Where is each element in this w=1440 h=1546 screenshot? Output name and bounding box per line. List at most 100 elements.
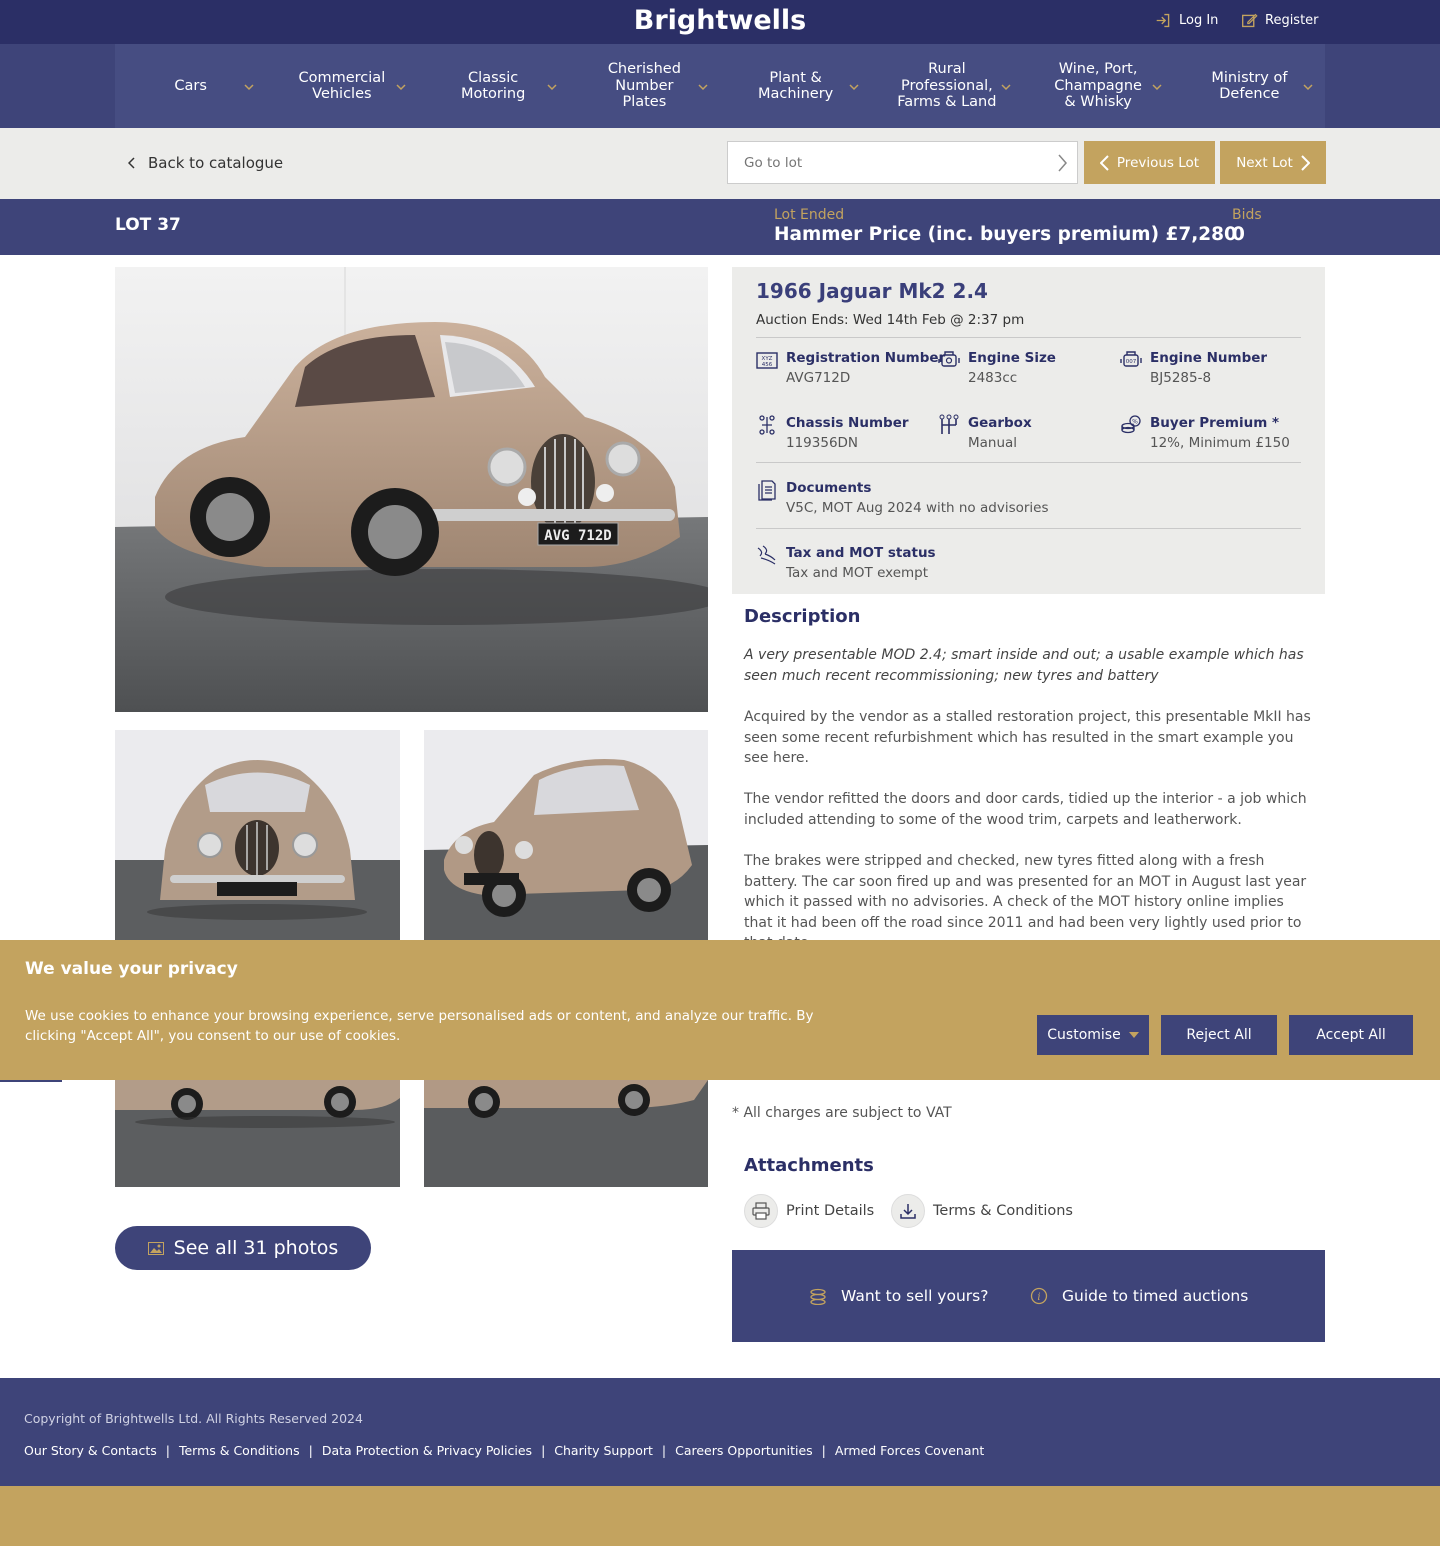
vehicle-title: 1966 Jaguar Mk2 2.4 — [756, 279, 988, 303]
customise-button[interactable]: Customise — [1037, 1015, 1149, 1055]
coins-icon — [810, 1288, 826, 1305]
nav-label: Plant & Machinery — [758, 69, 834, 103]
description-paragraph: The brakes were stripped and checked, ne… — [744, 853, 1307, 951]
nav-label: Commercial Vehicles — [298, 69, 386, 103]
terms-conditions-download[interactable]: Terms & Conditions — [891, 1194, 1073, 1228]
separator: | — [821, 1443, 826, 1458]
spec-key: Documents — [786, 480, 872, 496]
car-photo-illustration — [424, 730, 708, 942]
spec-value: 119356DN — [786, 435, 859, 451]
chevron-right-icon[interactable] — [1057, 154, 1067, 172]
chevron-down-icon — [244, 84, 254, 91]
customise-label: Customise — [1047, 1027, 1121, 1043]
chevron-down-icon — [547, 84, 557, 91]
nav-label: Rural Professional, Farms & Land — [897, 61, 997, 111]
description-paragraph: The vendor refitted the doors and door c… — [744, 791, 1307, 828]
terms-label: Terms & Conditions — [933, 1203, 1073, 1219]
nav-label: Cherished Number Plates — [607, 61, 681, 111]
footer-link[interactable]: Our Story & Contacts — [24, 1443, 157, 1458]
back-to-catalogue-link[interactable]: Back to catalogue — [128, 154, 283, 172]
chevron-down-icon — [849, 84, 859, 91]
bottom-strip — [0, 1486, 1440, 1546]
attachments-heading: Attachments — [744, 1155, 874, 1176]
print-details-link[interactable]: Print Details — [744, 1194, 874, 1228]
nav-label: Classic Motoring — [460, 69, 526, 103]
vat-note: * All charges are subject to VAT — [732, 1105, 952, 1121]
spec-registration: XYZ 456 Registration Number AVG712D — [756, 349, 945, 389]
accept-all-label: Accept All — [1316, 1027, 1386, 1043]
see-all-photos-button[interactable]: See all 31 photos — [115, 1226, 371, 1270]
registration-icon: XYZ456 — [756, 352, 778, 369]
nav-item-wine[interactable]: Wine, Port, Champagne & Whisky — [1023, 44, 1174, 128]
cookie-heading: We value your privacy — [25, 959, 238, 979]
main-car-photo[interactable]: AVG 712D — [115, 267, 708, 712]
auction-end-time: Auction Ends: Wed 14th Feb @ 2:37 pm — [756, 312, 1025, 328]
nav-item-rural[interactable]: Rural Professional, Farms & Land — [871, 44, 1022, 128]
footer-links: Our Story & Contacts | Terms & Conditions… — [24, 1443, 984, 1458]
engine-icon — [938, 351, 960, 367]
footer-link[interactable]: Data Protection & Privacy Policies — [322, 1443, 532, 1458]
documents-icon — [758, 480, 776, 501]
next-lot-button[interactable]: Next Lot — [1220, 141, 1326, 184]
nav-item-cherished-number-plates[interactable]: Cherished Number Plates — [569, 44, 720, 128]
footer-link[interactable]: Careers Opportunities — [675, 1443, 813, 1458]
car-thumbnail-front[interactable] — [115, 730, 400, 942]
spec-chassis-number: Chassis Number 119356DN — [756, 414, 909, 454]
bids-count: 0 — [1232, 224, 1245, 245]
description-summary: A very presentable MOD 2.4; smart inside… — [744, 647, 1304, 684]
chassis-icon — [759, 415, 775, 435]
number-plate-text: AVG 712D — [544, 528, 611, 544]
reject-all-button[interactable]: Reject All — [1161, 1015, 1277, 1055]
want-to-sell-link[interactable]: Want to sell yours? — [809, 1287, 988, 1305]
nav-item-cars[interactable]: Cars — [115, 44, 266, 128]
register-link[interactable]: Register — [1241, 12, 1319, 29]
spec-value: BJ5285-8 — [1150, 370, 1212, 386]
lot-status-bar: LOT 37 Lot Ended Hammer Price (inc. buye… — [0, 199, 1440, 255]
nav-item-plant-machinery[interactable]: Plant & Machinery — [720, 44, 871, 128]
spec-key: Engine Number — [1150, 350, 1268, 366]
cookie-text: We use cookies to enhance your browsing … — [25, 1008, 814, 1044]
footer-link[interactable]: Charity Support — [554, 1443, 653, 1458]
separator: | — [165, 1443, 170, 1458]
cookie-banner: We value your privacy We use cookies to … — [0, 940, 1440, 1080]
spec-value: Tax and MOT exempt — [786, 565, 929, 581]
printer-icon-wrap — [744, 1194, 778, 1228]
description-paragraph: Acquired by the vendor as a stalled rest… — [744, 709, 1311, 766]
image-icon — [147, 1241, 164, 1255]
chevron-down-icon — [698, 84, 708, 91]
divider — [756, 337, 1301, 338]
brightwells-logo[interactable]: Brightwells — [0, 5, 1440, 36]
nav-item-commercial-vehicles[interactable]: Commercial Vehicles — [266, 44, 417, 128]
car-thumbnail-three-quarter[interactable] — [424, 730, 708, 942]
hammer-price: Hammer Price (inc. buyers premium) £7,28… — [774, 224, 1237, 245]
car-thumbnail-rear[interactable] — [424, 1080, 708, 1187]
spec-engine-size: Engine Size 2483cc — [938, 349, 1056, 389]
spec-engine-number: 007 Engine Number BJ5285-8 — [1120, 349, 1267, 389]
previous-lot-button[interactable]: Previous Lot — [1084, 141, 1215, 184]
svg-text:007: 007 — [1126, 359, 1137, 365]
lot-status: Lot Ended — [774, 207, 845, 223]
want-to-sell-label: Want to sell yours? — [841, 1287, 989, 1305]
nav-item-ministry-of-defence[interactable]: Ministry of Defence — [1174, 44, 1325, 128]
chevron-down-icon — [1303, 84, 1313, 91]
nav-bar: Cars Commercial Vehicles Classic Motorin… — [115, 44, 1325, 128]
footer-link[interactable]: Terms & Conditions — [179, 1443, 300, 1458]
footer-link[interactable]: Armed Forces Covenant — [835, 1443, 984, 1458]
separator: | — [541, 1443, 546, 1458]
login-link[interactable]: Log In — [1155, 12, 1218, 29]
copyright: Copyright of Brightwells Ltd. All Rights… — [24, 1411, 363, 1426]
accept-all-button[interactable]: Accept All — [1289, 1015, 1413, 1055]
spec-value: V5C, MOT Aug 2024 with no advisories — [786, 500, 1049, 516]
car-thumbnail-side[interactable] — [115, 1080, 400, 1187]
spec-tax-mot: Tax and MOT status Tax and MOT exempt — [756, 544, 936, 584]
go-to-lot-input[interactable] — [728, 142, 1028, 183]
edit-icon — [1242, 13, 1258, 28]
reject-all-label: Reject All — [1186, 1027, 1252, 1043]
nav-item-classic-motoring[interactable]: Classic Motoring — [418, 44, 569, 128]
chevron-left-icon — [128, 157, 135, 169]
guide-timed-auctions-link[interactable]: i Guide to timed auctions — [1030, 1287, 1248, 1305]
top-bar: Brightwells Log In Register — [0, 0, 1440, 44]
svg-text:i: i — [1037, 1292, 1040, 1303]
see-all-photos-label: See all 31 photos — [173, 1237, 339, 1259]
printer-icon — [752, 1202, 770, 1220]
